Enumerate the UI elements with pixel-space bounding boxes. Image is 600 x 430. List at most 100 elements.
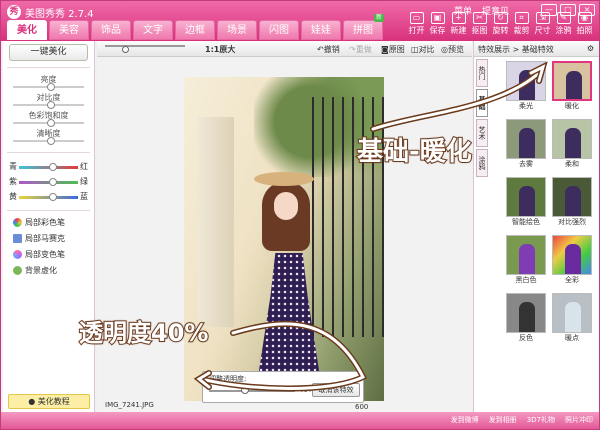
tab-beauty[interactable]: 美容 (49, 20, 89, 40)
open-button[interactable]: ▭ 打开 (406, 12, 427, 36)
effect-smart-color[interactable]: 智能绘色 (506, 177, 546, 227)
divider (7, 152, 90, 153)
zoom-handle[interactable] (122, 46, 129, 53)
recolor-pen-link[interactable]: 局部变色笔 (13, 249, 84, 260)
contrast-slider[interactable]: 对比度 (9, 92, 88, 110)
crop-button[interactable]: ⌗ 裁剪 (511, 12, 532, 36)
app-title: 美图秀秀 2.7.4 (25, 9, 94, 20)
yellow-blue-slider[interactable]: 黄蓝 (7, 189, 90, 204)
effect-soft-light[interactable]: 柔光 (506, 61, 546, 111)
green-label: 绿 (80, 177, 88, 186)
left-panel: 一键美化 亮度 对比度 色彩饱和度 清晰度 青红 紫绿 黄蓝 局部彩色笔 局部马… (3, 41, 95, 413)
tab-text[interactable]: 文字 (133, 20, 173, 40)
effect-category-tabs: 热门 基础 艺术 涂鸦 (476, 59, 488, 179)
background-blur-link[interactable]: 背景虚化 (13, 265, 84, 276)
effect-label: 全彩 (565, 276, 579, 284)
divider (7, 67, 90, 68)
tab-collage[interactable]: 拼图新 (343, 14, 384, 40)
redo-button[interactable]: ↷重做 (349, 44, 372, 55)
opacity-handle[interactable] (241, 386, 249, 394)
yellow-blue-handle[interactable] (49, 193, 57, 201)
effect-label: 反色 (519, 334, 533, 342)
breadcrumb-label: 特效展示 > 基础特效 (478, 45, 554, 54)
tab-beautify[interactable]: 美化 (7, 20, 47, 40)
photo-hat (254, 172, 314, 186)
redo-icon: ↷ (349, 45, 356, 54)
tab-doodle[interactable]: 涂鸦 (476, 149, 488, 177)
tab-frame[interactable]: 边框 (175, 20, 215, 40)
purple-green-slider[interactable]: 紫绿 (7, 174, 90, 189)
effects-grid: 柔光 暖化 去雾 柔和 智能绘色 对比强烈 黑白色 全彩 反色 暖点 (506, 61, 598, 343)
purple-green-handle[interactable] (49, 178, 57, 186)
tab-art[interactable]: 艺术 (476, 119, 488, 147)
effect-warm-spot[interactable]: 暖点 (552, 293, 592, 343)
cyan-red-slider[interactable]: 青红 (7, 159, 90, 174)
resize-label: 尺寸 (534, 26, 551, 35)
save-button[interactable]: ▣ 保存 (427, 12, 448, 36)
edited-photo[interactable] (184, 77, 384, 401)
zoom-slider[interactable] (105, 45, 185, 53)
effect-thumbnail (552, 293, 592, 333)
color-pen-link[interactable]: 局部彩色笔 (13, 217, 84, 228)
tab-collage-label: 拼图 (353, 25, 373, 36)
effect-warm[interactable]: 暖化 (552, 61, 592, 111)
opacity-panel: 调整透明度: 40% 取消该特效 (202, 371, 364, 403)
contrast-handle[interactable] (47, 101, 55, 109)
camera-button[interactable]: ◉ 拍照 (574, 12, 595, 36)
cutout-button[interactable]: ✂ 抠图 (469, 12, 490, 36)
effect-soft[interactable]: 柔和 (552, 119, 592, 169)
original-button[interactable]: ◙原图 (381, 44, 405, 55)
cancel-effect-button[interactable]: 取消该特效 (312, 383, 360, 397)
effect-invert[interactable]: 反色 (506, 293, 546, 343)
effect-thumbnail (506, 293, 546, 333)
status-bar: 发到微博 发到相册 3D7礼物 照片冲印 (1, 412, 599, 429)
save-icon: ▣ (430, 12, 445, 24)
tab-basic[interactable]: 基础 (476, 89, 488, 117)
saturation-slider[interactable]: 色彩饱和度 (9, 110, 88, 128)
photo-print-link[interactable]: 照片冲印 (565, 415, 593, 425)
tab-hot[interactable]: 热门 (476, 59, 488, 87)
one-click-beautify-button[interactable]: 一键美化 (9, 44, 88, 61)
cyan-red-handle[interactable] (49, 163, 57, 171)
undo-button[interactable]: ↶撤销 (317, 44, 340, 55)
share-links: 发到微博 发到相册 3D7礼物 照片冲印 (451, 415, 593, 425)
effect-dehaze[interactable]: 去雾 (506, 119, 546, 169)
folder-icon: ▭ (409, 12, 424, 24)
toolbar: ▭ 打开 ▣ 保存 + 新建 ✂ 抠图 ↻ 旋转 ⌗ 裁剪 ⇲ 尺寸 ✎ 涂鸦 ◉ 拍照 (406, 12, 595, 36)
tab-doll[interactable]: 娃娃 (301, 20, 341, 40)
effect-thumbnail (506, 119, 546, 159)
effect-full-color[interactable]: 全彩 (552, 235, 592, 285)
effect-thumbnail (506, 61, 546, 101)
effect-thumbnail (506, 235, 546, 275)
gift-link[interactable]: 3D7礼物 (527, 415, 555, 425)
effect-label: 去雾 (519, 160, 533, 168)
settings-icon[interactable]: ⚙ (587, 44, 594, 53)
doodle-button[interactable]: ✎ 涂鸦 (553, 12, 574, 36)
tab-accessories[interactable]: 饰品 (91, 20, 131, 40)
resize-icon: ⇲ (535, 12, 550, 24)
compare-button[interactable]: ◫对比 (411, 44, 435, 55)
saturation-handle[interactable] (47, 119, 55, 127)
crop-icon: ⌗ (514, 12, 529, 24)
new-button[interactable]: + 新建 (448, 12, 469, 36)
effect-high-contrast[interactable]: 对比强烈 (552, 177, 592, 227)
mosaic-link[interactable]: 局部马赛克 (13, 233, 84, 244)
tab-scene[interactable]: 场景 (217, 20, 257, 40)
resize-button[interactable]: ⇲ 尺寸 (532, 12, 553, 36)
color-pen-label: 局部彩色笔 (25, 218, 65, 227)
rotate-button[interactable]: ↻ 旋转 (490, 12, 511, 36)
annotation-opacity: 透明度40% (78, 318, 209, 348)
share-album-link[interactable]: 发到相册 (489, 415, 517, 425)
preview-button[interactable]: ◎预览 (441, 44, 464, 55)
image-size: 600 (355, 403, 369, 411)
brightness-handle[interactable] (47, 83, 55, 91)
actual-size-button[interactable]: 1:1原大 (205, 44, 235, 55)
brightness-slider[interactable]: 亮度 (9, 74, 88, 92)
open-label: 打开 (408, 26, 425, 35)
tutorial-button[interactable]: ● 美化教程 (8, 394, 90, 409)
effect-black-white[interactable]: 黑白色 (506, 235, 546, 285)
share-weibo-link[interactable]: 发到微博 (451, 415, 479, 425)
tab-flash[interactable]: 闪图 (259, 20, 299, 40)
sharpness-handle[interactable] (47, 137, 55, 145)
sharpness-slider[interactable]: 清晰度 (9, 128, 88, 146)
